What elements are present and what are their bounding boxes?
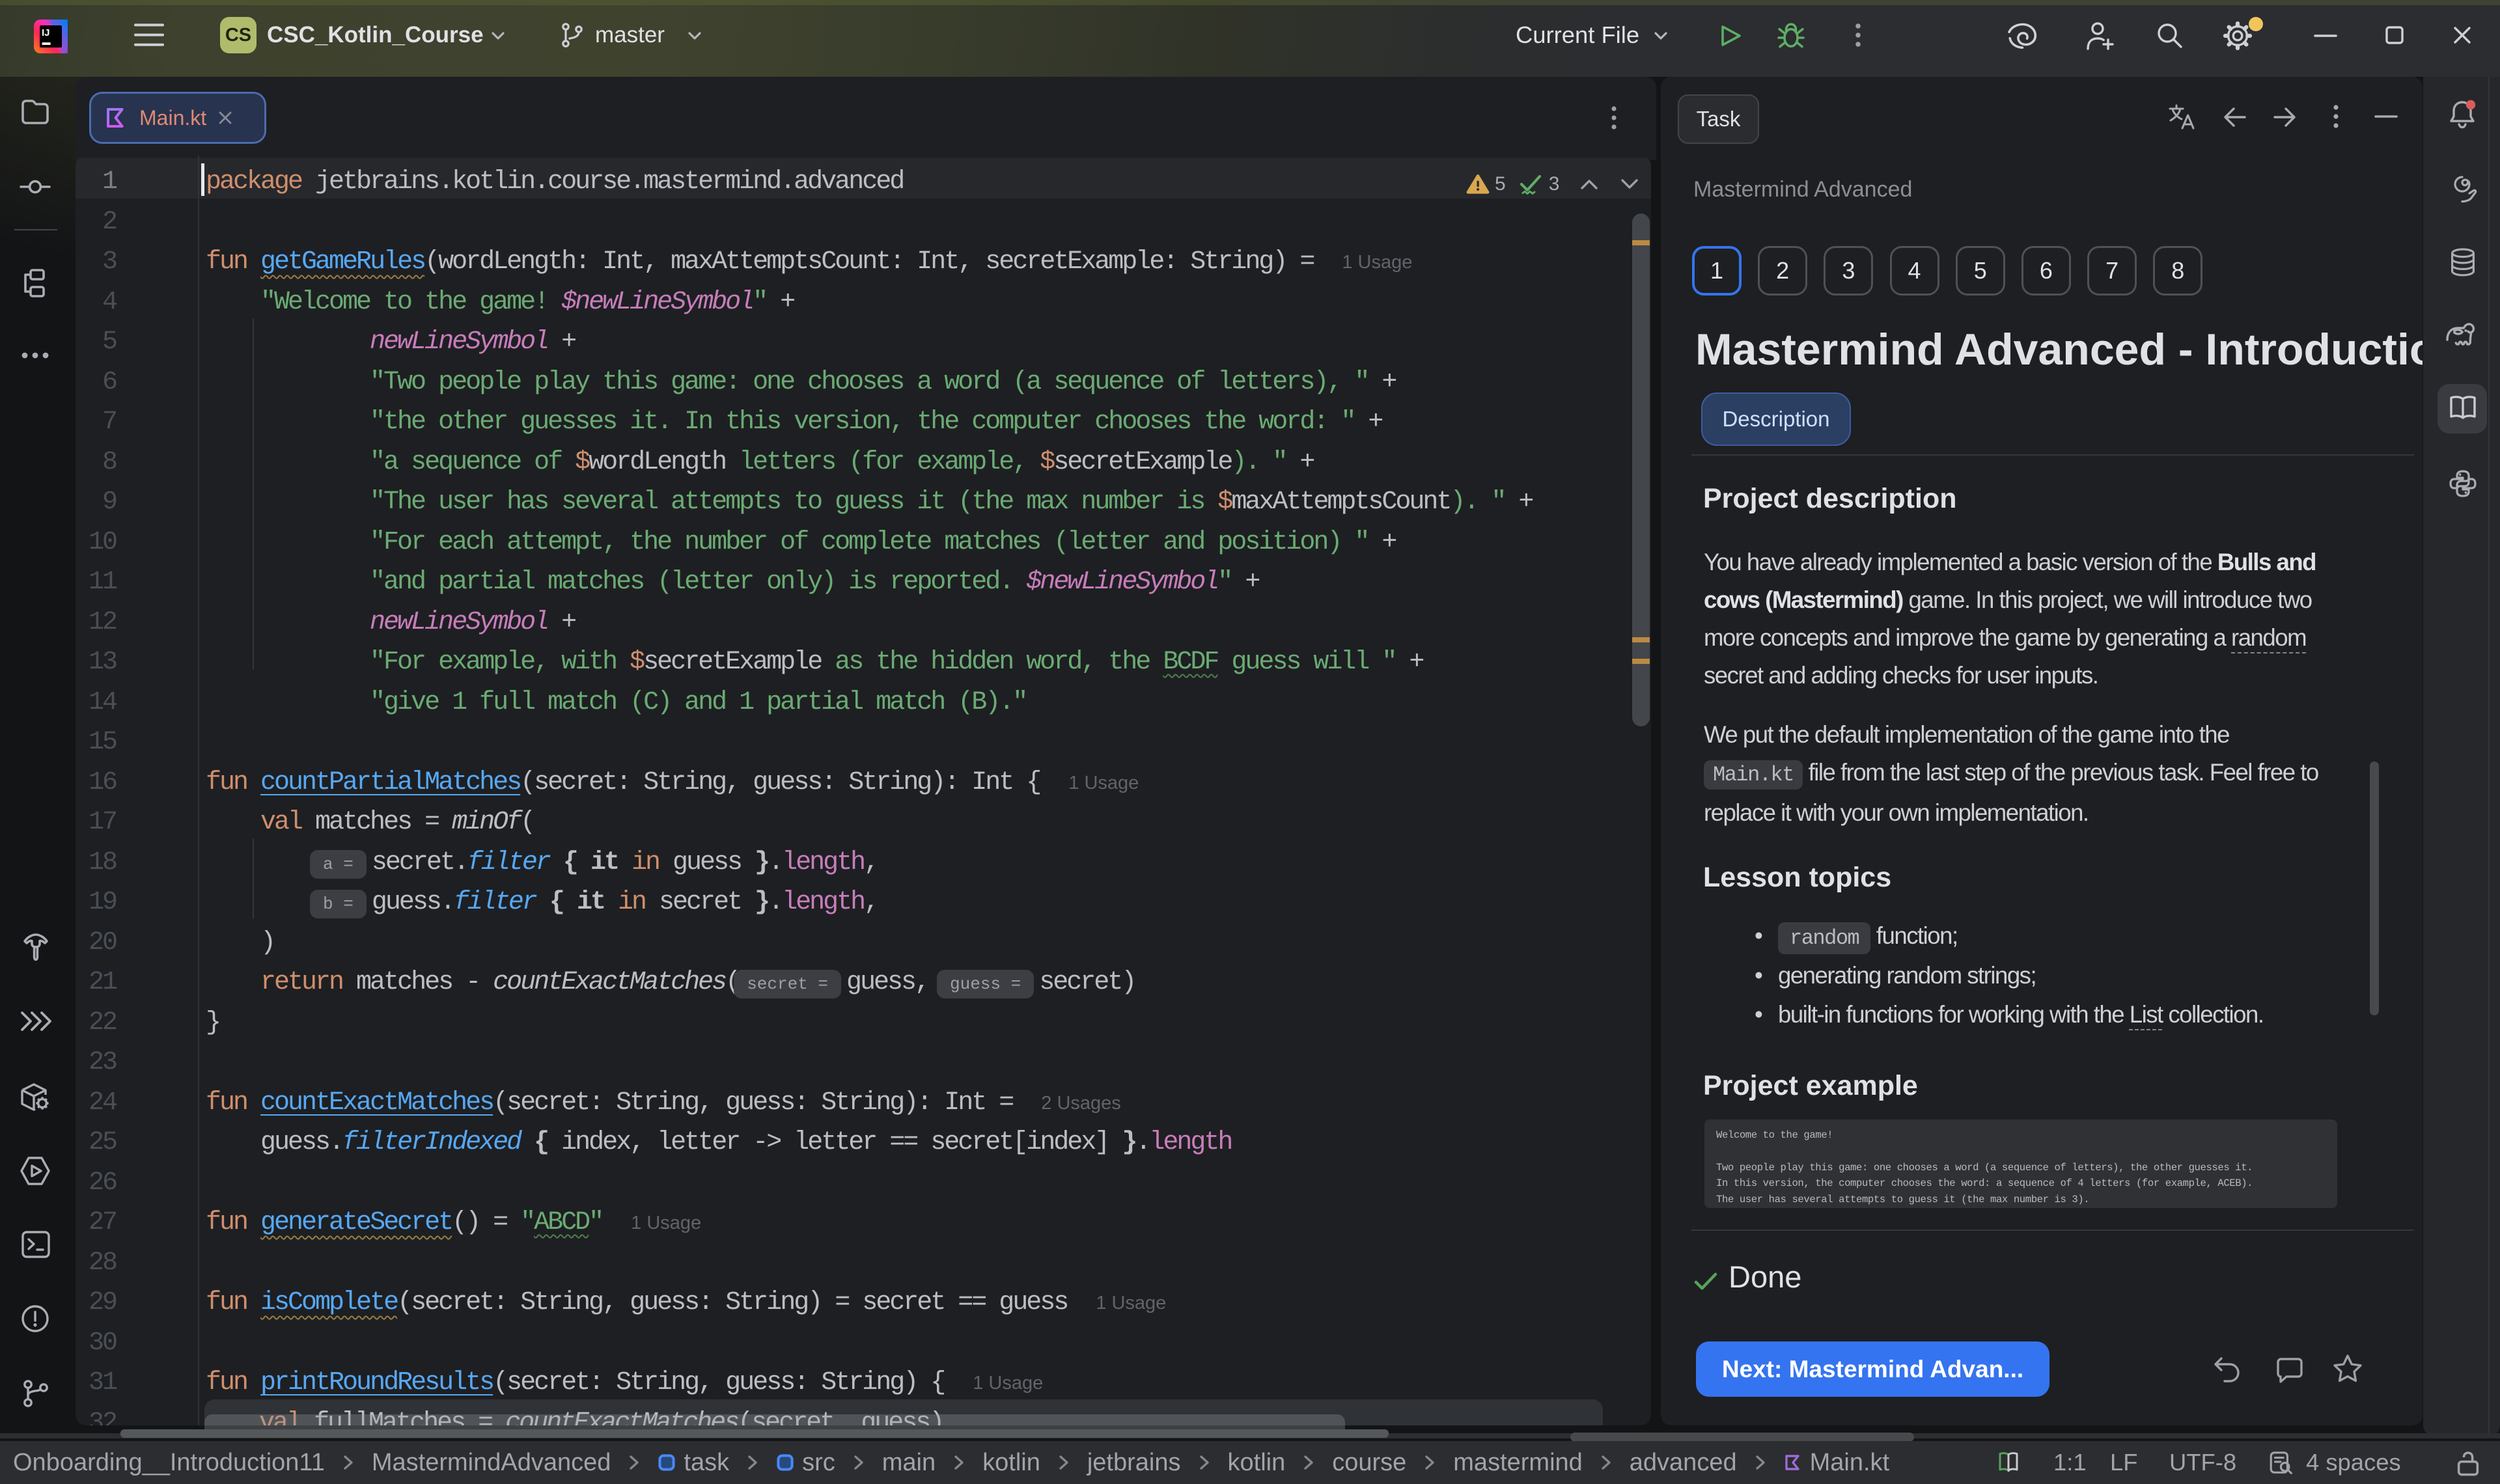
svg-text:IJ: IJ [42,27,50,38]
